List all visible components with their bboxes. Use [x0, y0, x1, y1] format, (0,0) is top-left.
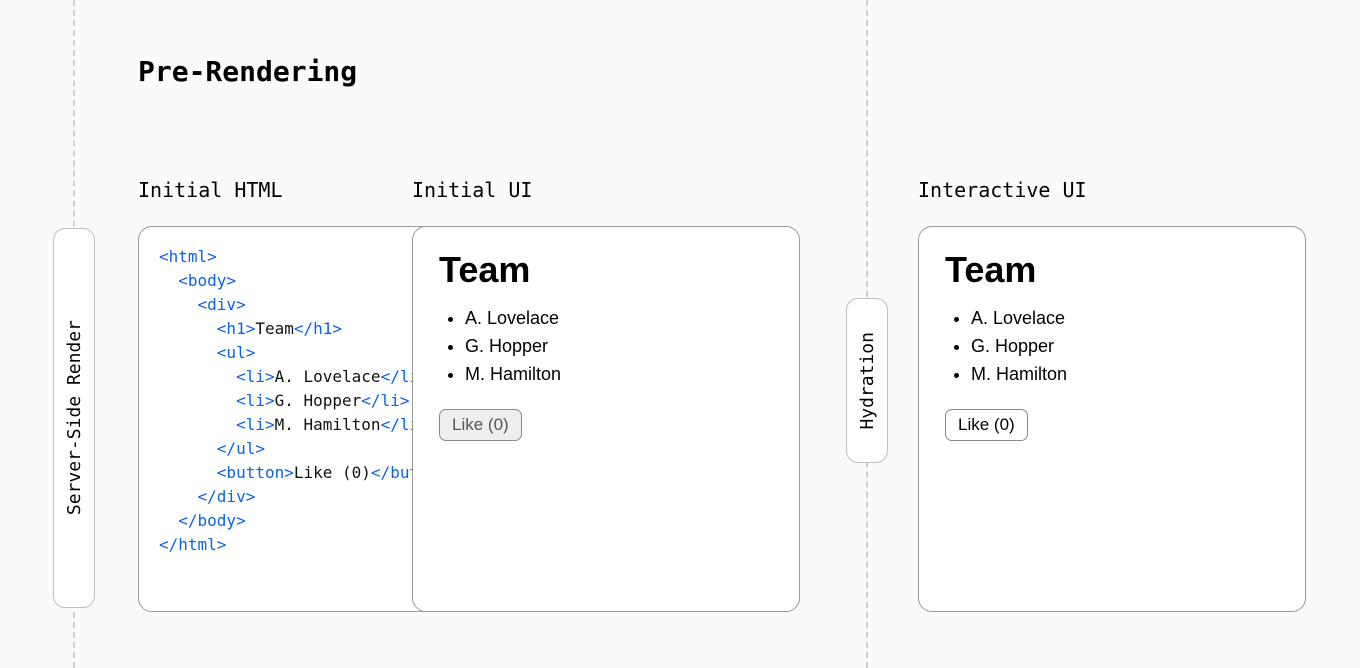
- chip-hydration: Hydration: [846, 298, 888, 463]
- label-interactive-ui: Interactive UI: [918, 178, 1087, 202]
- page-title: Pre-Rendering: [138, 55, 357, 88]
- like-button-disabled: Like (0): [439, 409, 522, 441]
- chip-hydration-label: Hydration: [857, 332, 878, 430]
- list-item: A. Lovelace: [971, 305, 1279, 333]
- interactive-ui-heading: Team: [945, 249, 1279, 291]
- label-initial-ui: Initial UI: [412, 178, 532, 202]
- card-interactive-ui: Team A. Lovelace G. Hopper M. Hamilton L…: [918, 226, 1306, 612]
- card-initial-ui: Team A. Lovelace G. Hopper M. Hamilton L…: [412, 226, 800, 612]
- initial-ui-heading: Team: [439, 249, 773, 291]
- initial-ui-list: A. Lovelace G. Hopper M. Hamilton: [439, 305, 773, 389]
- list-item: G. Hopper: [971, 333, 1279, 361]
- label-initial-html: Initial HTML: [138, 178, 283, 202]
- list-item: G. Hopper: [465, 333, 773, 361]
- interactive-ui-list: A. Lovelace G. Hopper M. Hamilton: [945, 305, 1279, 389]
- list-item: M. Hamilton: [465, 361, 773, 389]
- list-item: A. Lovelace: [465, 305, 773, 333]
- chip-ssr-label: Server-Side Render: [64, 320, 85, 515]
- chip-server-side-render: Server-Side Render: [53, 228, 95, 608]
- like-button[interactable]: Like (0): [945, 409, 1028, 441]
- list-item: M. Hamilton: [971, 361, 1279, 389]
